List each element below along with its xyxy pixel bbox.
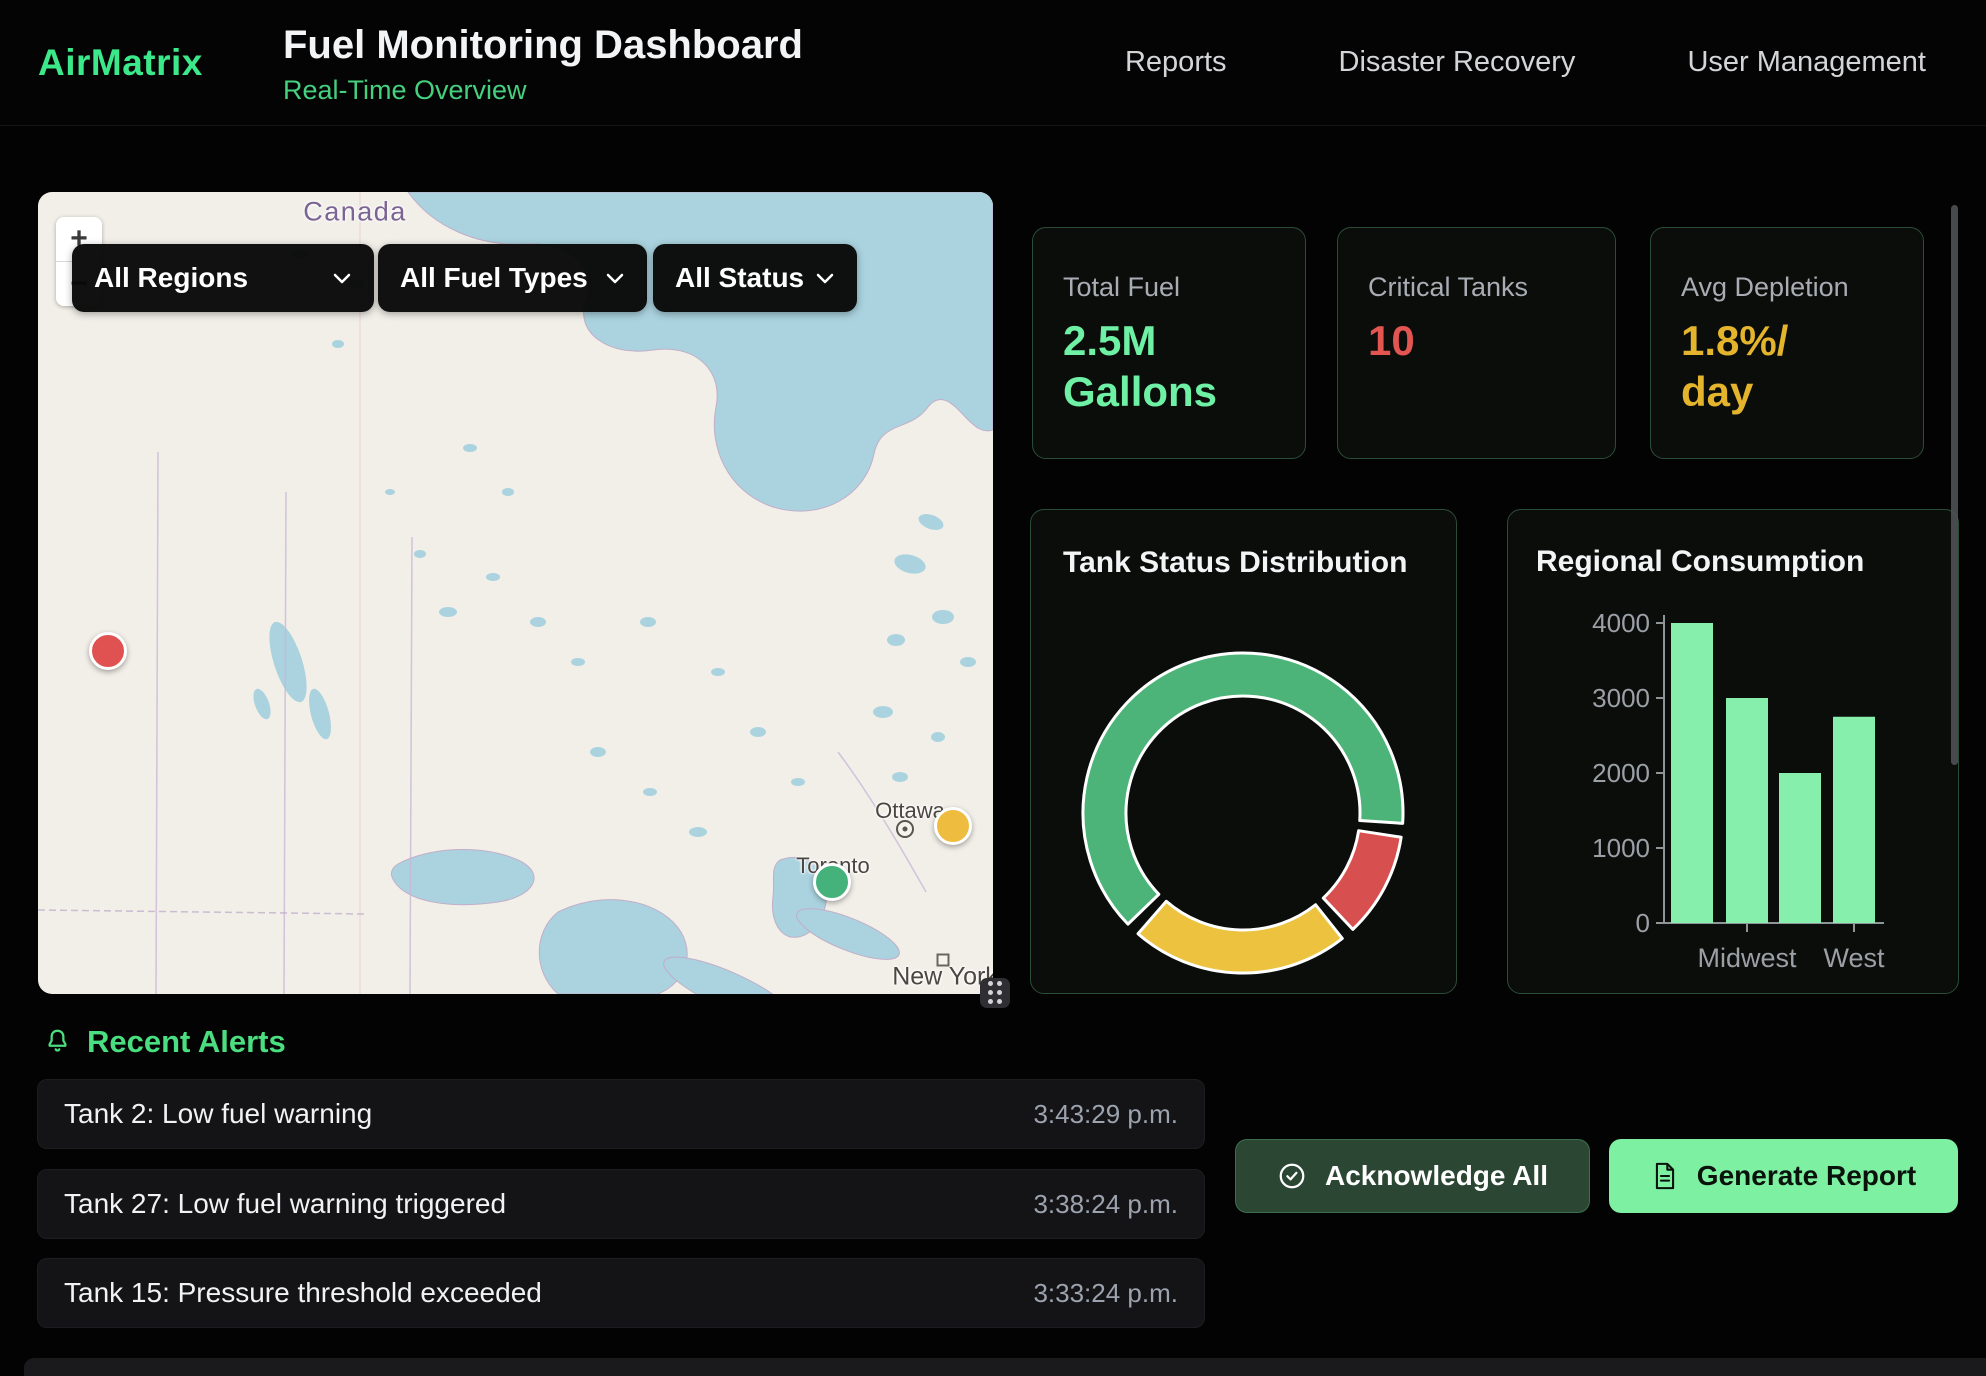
tank-status-chart-card: Tank Status Distribution (1030, 509, 1457, 994)
status-filter-value: All Status (675, 262, 804, 294)
dashboard-screen: AirMatrix Fuel Monitoring Dashboard Real… (0, 0, 1986, 1376)
header-titles: Fuel Monitoring Dashboard Real-Time Over… (283, 22, 803, 106)
bar-y-tick: 1000 (1592, 833, 1650, 863)
alert-timestamp: 3:43:29 p.m. (1033, 1099, 1178, 1130)
stat-value-total-fuel: 2.5M Gallons (1063, 315, 1228, 417)
main-nav: Reports Disaster Recovery User Managemen… (1125, 0, 1926, 125)
bar-x-label: Midwest (1697, 943, 1797, 973)
tank-marker-critical[interactable] (89, 632, 127, 670)
app-logo[interactable]: AirMatrix (38, 0, 203, 125)
stat-card-avg-depletion: Avg Depletion 1.8%/ day (1650, 227, 1924, 459)
stat-label: Avg Depletion (1681, 272, 1893, 303)
map-marker-ottawa (896, 820, 914, 838)
alert-timestamp: 3:38:24 p.m. (1033, 1189, 1178, 1220)
bar-midwest[interactable] (1726, 698, 1768, 923)
map-panel: Canada OttawaTorontoNew York + − All Reg… (38, 192, 993, 994)
stat-label: Critical Tanks (1368, 272, 1585, 303)
alert-row[interactable]: Tank 15: Pressure threshold exceeded 3:33… (37, 1258, 1205, 1328)
bar-y-tick: 2000 (1592, 758, 1650, 788)
nav-reports[interactable]: Reports (1125, 46, 1227, 79)
donut-slice-warning[interactable] (1138, 901, 1342, 973)
acknowledge-all-label: Acknowledge All (1325, 1160, 1548, 1192)
chevron-down-icon (815, 272, 835, 285)
tank-status-chart-title: Tank Status Distribution (1063, 546, 1407, 580)
nav-user-management[interactable]: User Management (1687, 46, 1926, 79)
chevron-down-icon (332, 272, 352, 285)
alert-timestamp: 3:33:24 p.m. (1033, 1278, 1178, 1309)
map-marker-new-york (937, 954, 950, 967)
page-subtitle: Real-Time Overview (283, 74, 803, 106)
alerts-header: Recent Alerts (44, 1024, 286, 1060)
alerts-title: Recent Alerts (87, 1024, 286, 1060)
alert-row[interactable]: Tank 27: Low fuel warning triggered 3:38:… (37, 1169, 1205, 1239)
regional-consumption-bar-chart[interactable]: 0 1000 2000 3000 4000 Midwest West (1508, 510, 1958, 993)
bar-y-tick: 4000 (1592, 608, 1650, 638)
tank-marker-normal[interactable] (813, 863, 851, 901)
generate-report-label: Generate Report (1697, 1160, 1916, 1192)
file-text-icon (1651, 1161, 1679, 1191)
alert-text: Tank 15: Pressure threshold exceeded (64, 1277, 542, 1309)
stat-card-total-fuel: Total Fuel 2.5M Gallons (1032, 227, 1306, 459)
bottom-panel-edge (24, 1358, 1986, 1376)
check-circle-icon (1277, 1161, 1307, 1191)
bar-west[interactable] (1833, 717, 1875, 923)
regional-consumption-chart-card: Regional Consumption 0 1000 2000 3000 4000 Mi… (1507, 509, 1959, 994)
stat-card-critical-tanks: Critical Tanks 10 (1337, 227, 1616, 459)
bar-y-tick: 0 (1636, 908, 1650, 938)
alert-row[interactable]: Tank 2: Low fuel warning 3:43:29 p.m. (37, 1079, 1205, 1149)
map-label-new-york: New York (892, 963, 993, 992)
donut-slice-critical[interactable] (1323, 831, 1401, 930)
bar-northeast[interactable] (1671, 623, 1713, 923)
stat-value-critical-tanks: 10 (1368, 315, 1533, 366)
chevron-down-icon (605, 272, 625, 285)
page-title: Fuel Monitoring Dashboard (283, 22, 803, 68)
bar-x-label: West (1823, 943, 1885, 973)
generate-report-button[interactable]: Generate Report (1609, 1139, 1958, 1213)
map-drag-handle[interactable] (980, 978, 1010, 1008)
fuel-type-filter-value: All Fuel Types (400, 262, 588, 294)
map-label-canada: Canada (303, 197, 407, 228)
bar-south[interactable] (1779, 773, 1821, 923)
bar-y-tick: 3000 (1592, 683, 1650, 713)
alert-text: Tank 27: Low fuel warning triggered (64, 1188, 506, 1220)
region-filter-dropdown[interactable]: All Regions (72, 244, 374, 312)
acknowledge-all-button[interactable]: Acknowledge All (1235, 1139, 1590, 1213)
regional-consumption-chart-title: Regional Consumption (1536, 545, 1864, 579)
fuel-type-filter-dropdown[interactable]: All Fuel Types (378, 244, 647, 312)
alert-text: Tank 2: Low fuel warning (64, 1098, 372, 1130)
stat-label: Total Fuel (1063, 272, 1275, 303)
app-header: AirMatrix Fuel Monitoring Dashboard Real… (0, 0, 1986, 126)
tank-marker-warning[interactable] (934, 807, 972, 845)
map-canvas[interactable]: Canada OttawaTorontoNew York (38, 192, 993, 994)
status-filter-dropdown[interactable]: All Status (653, 244, 857, 312)
stat-value-avg-depletion: 1.8%/ day (1681, 315, 1846, 417)
nav-disaster-recovery[interactable]: Disaster Recovery (1339, 46, 1576, 79)
tank-status-donut-chart[interactable] (1031, 510, 1458, 993)
region-filter-value: All Regions (94, 262, 248, 294)
scrollbar[interactable] (1951, 205, 1958, 765)
bell-icon (44, 1027, 71, 1058)
